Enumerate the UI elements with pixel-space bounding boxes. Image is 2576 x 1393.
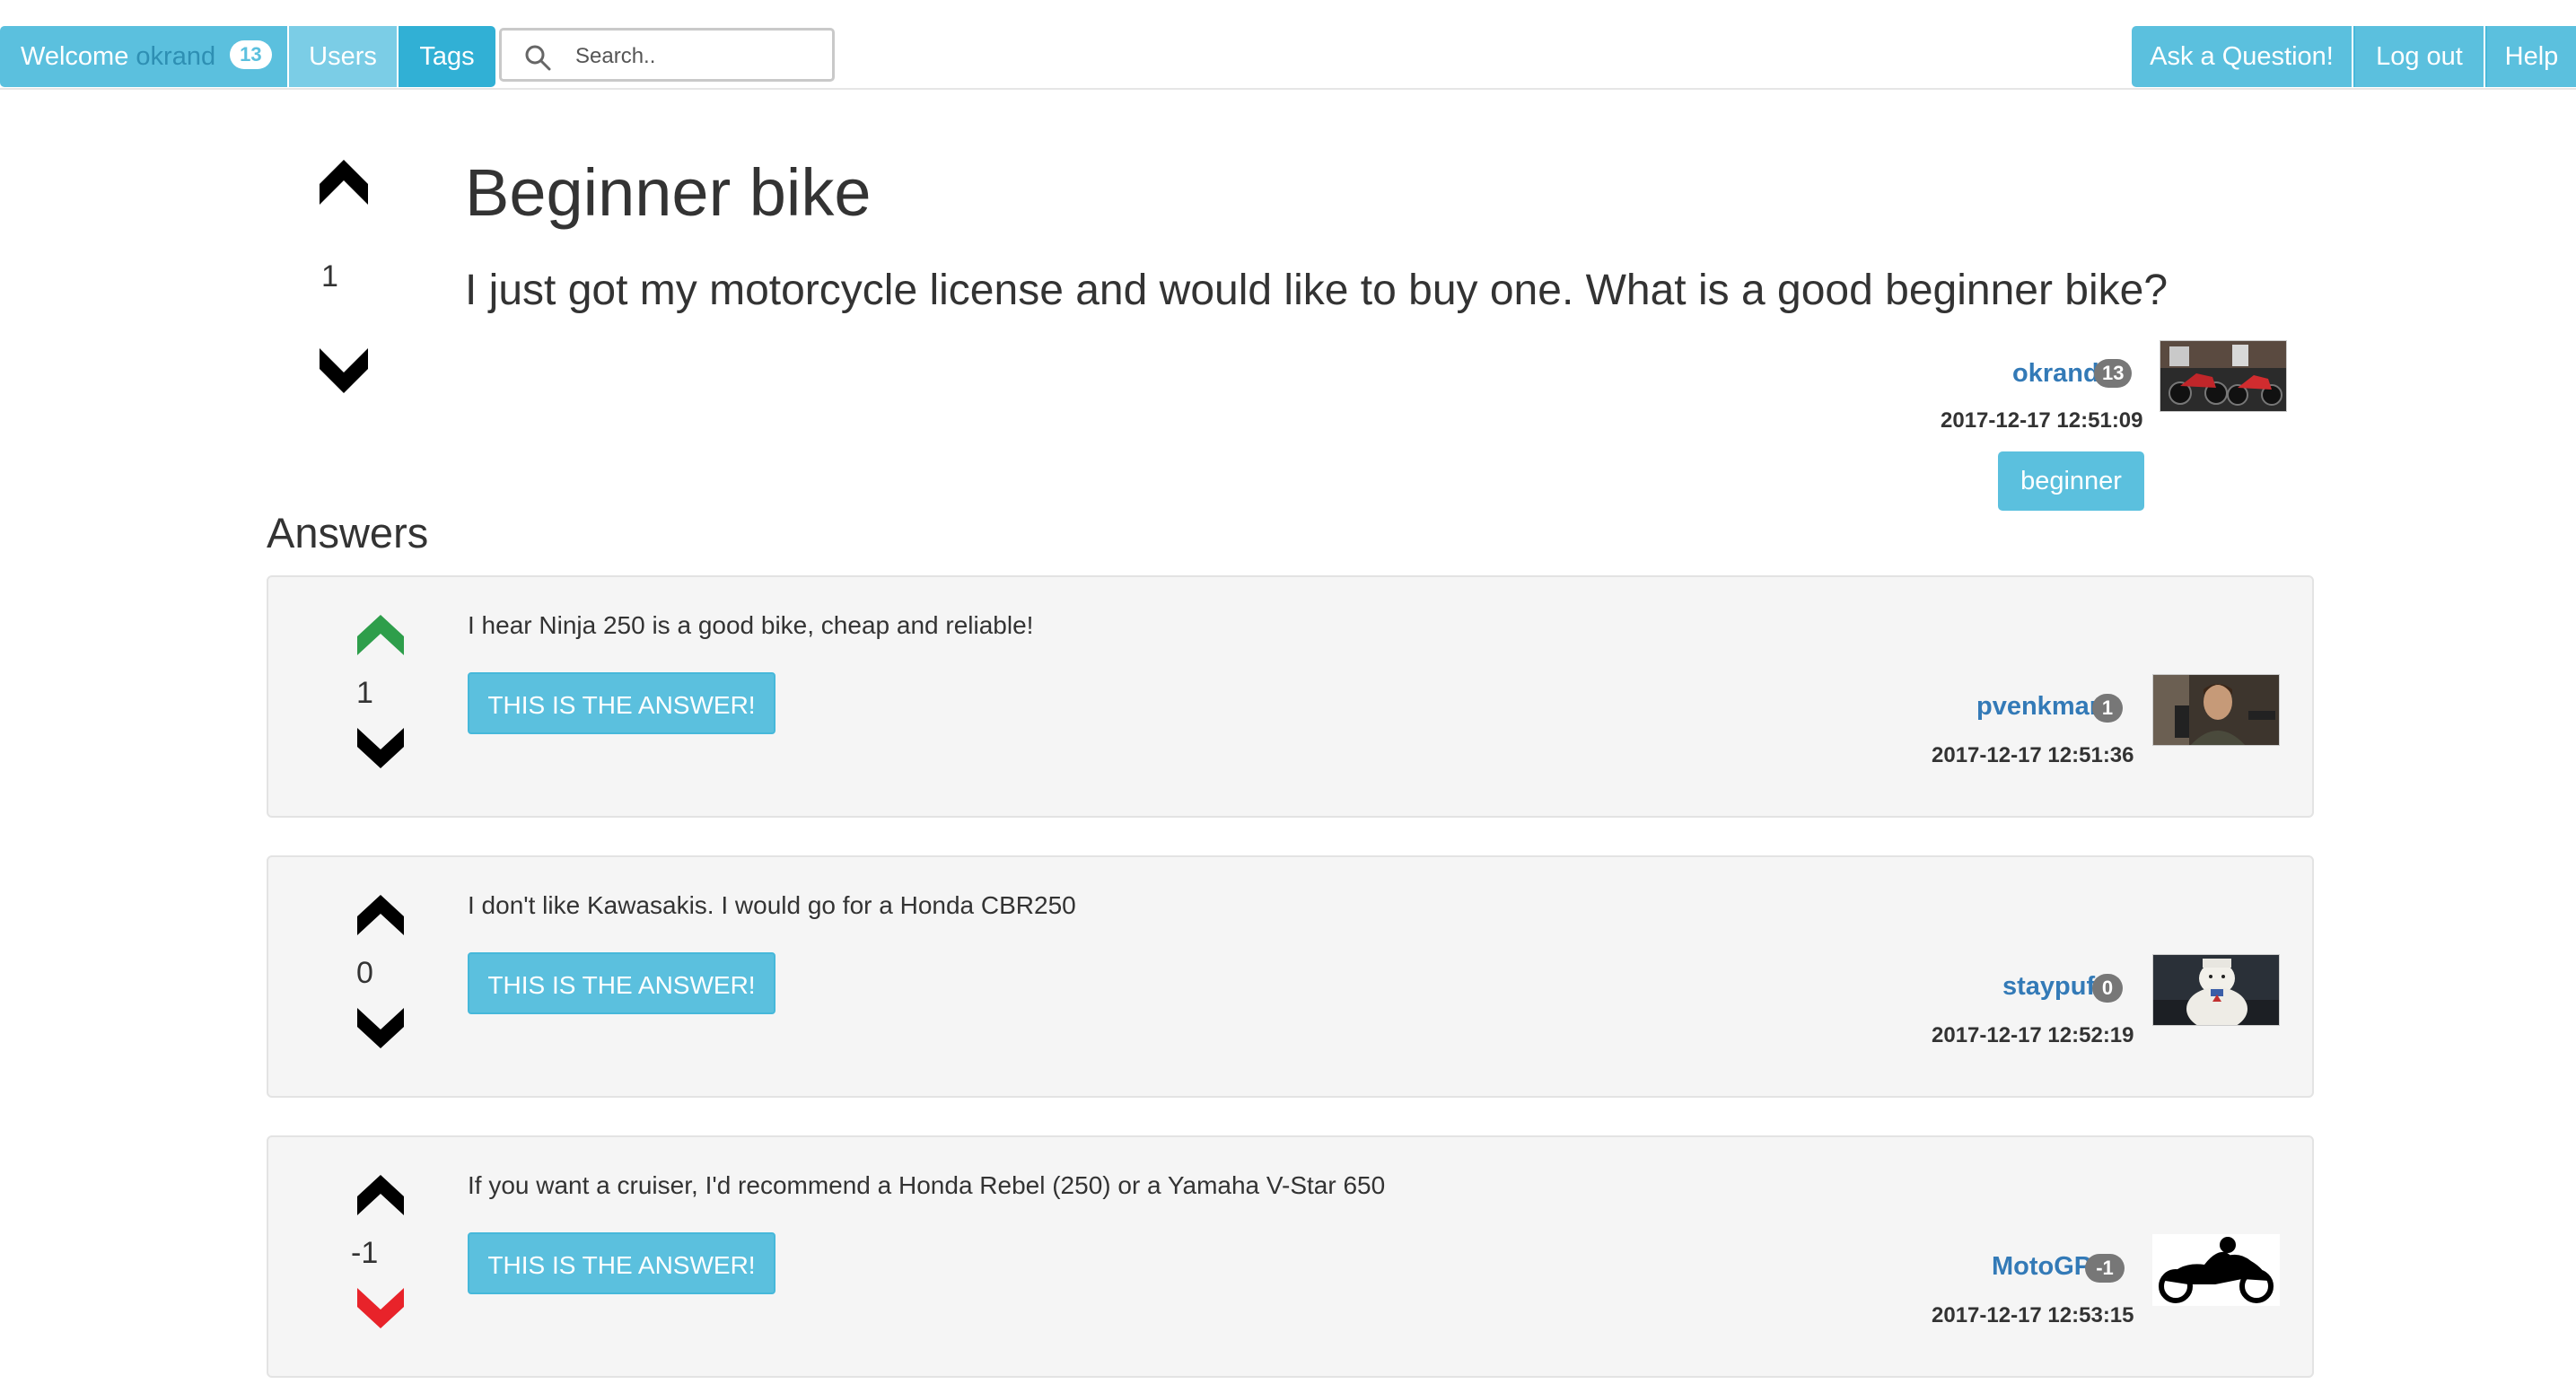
answer-author-avatar[interactable] <box>2152 674 2280 746</box>
navbar: Welcome okrand 13 Users Tags Ask a Quest… <box>0 0 2576 90</box>
answer-upvote-icon[interactable] <box>355 893 406 938</box>
question-author-link[interactable]: okrand <box>2012 359 2099 389</box>
answer-vote-count: 1 <box>356 676 373 710</box>
marshmallow-man-avatar-image <box>2153 955 2279 1025</box>
search-icon <box>525 45 551 71</box>
question-downvote-icon[interactable] <box>318 345 370 395</box>
accept-answer-button[interactable]: THIS IS THE ANSWER! <box>468 952 775 1014</box>
answer-text: I hear Ninja 250 is a good bike, cheap a… <box>468 611 1034 639</box>
answer-downvote-icon[interactable] <box>355 1285 406 1330</box>
answer-downvote-icon[interactable] <box>355 725 406 770</box>
answer-card: -1 If you want a cruiser, I'd recommend … <box>267 1135 2314 1378</box>
answers-heading: Answers <box>267 509 429 556</box>
welcome-user-button[interactable]: Welcome okrand 13 <box>0 26 287 87</box>
answer-vote-count: -1 <box>351 1236 379 1270</box>
welcome-label: Welcome <box>21 42 129 71</box>
answer-timestamp: 2017-12-17 12:53:15 <box>1932 1303 2134 1327</box>
tags-nav-button[interactable]: Tags <box>399 26 495 87</box>
search-box <box>499 28 835 82</box>
logout-button[interactable]: Log out <box>2353 26 2484 87</box>
answer-upvote-icon[interactable] <box>355 613 406 658</box>
question-body: I just got my motorcycle license and wou… <box>465 267 2169 314</box>
motorcycle-silhouette-avatar-image <box>2152 1234 2280 1306</box>
answer-downvote-icon[interactable] <box>355 1005 406 1050</box>
answer-author-link[interactable]: MotoGP <box>1992 1252 2091 1282</box>
person-avatar-image <box>2153 675 2279 745</box>
question-vote-count: 1 <box>321 259 338 293</box>
answer-author-link[interactable]: staypuft <box>2002 972 2104 1002</box>
answer-card: 1 I hear Ninja 250 is a good bike, cheap… <box>267 575 2314 818</box>
answer-text: If you want a cruiser, I'd recommend a H… <box>468 1171 1386 1199</box>
ask-question-button[interactable]: Ask a Question! <box>2132 26 2352 87</box>
answer-vote-count: 0 <box>356 956 373 990</box>
question-timestamp: 2017-12-17 12:51:09 <box>1941 408 2143 433</box>
question-title: Beginner bike <box>465 155 872 230</box>
answer-timestamp: 2017-12-17 12:52:19 <box>1932 1023 2134 1047</box>
answer-timestamp: 2017-12-17 12:51:36 <box>1932 743 2134 767</box>
help-button[interactable]: Help <box>2485 26 2576 87</box>
answer-author-rep-badge: 0 <box>2092 974 2123 1003</box>
answer-author-rep-badge: -1 <box>2085 1254 2125 1283</box>
answer-upvote-icon[interactable] <box>355 1173 406 1218</box>
question-author-avatar[interactable] <box>2160 340 2287 412</box>
users-nav-button[interactable]: Users <box>289 26 397 87</box>
answer-author-link[interactable]: pvenkman <box>1976 692 2105 722</box>
question-author-rep-badge: 13 <box>2094 359 2133 388</box>
answer-text: I don't like Kawasakis. I would go for a… <box>468 891 1076 919</box>
motorcycles-avatar-image <box>2160 341 2286 411</box>
question-upvote-icon[interactable] <box>318 158 370 208</box>
answer-author-avatar[interactable] <box>2152 1234 2280 1306</box>
answer-author-rep-badge: 1 <box>2092 694 2123 723</box>
answer-card: 0 I don't like Kawasakis. I would go for… <box>267 855 2314 1098</box>
accept-answer-button[interactable]: THIS IS THE ANSWER! <box>468 672 775 734</box>
tag-beginner[interactable]: beginner <box>1998 451 2144 511</box>
search-input[interactable] <box>574 38 828 75</box>
welcome-rep-badge: 13 <box>230 40 272 70</box>
answer-author-avatar[interactable] <box>2152 954 2280 1026</box>
accept-answer-button[interactable]: THIS IS THE ANSWER! <box>468 1232 775 1294</box>
welcome-username: okrand <box>136 42 216 71</box>
